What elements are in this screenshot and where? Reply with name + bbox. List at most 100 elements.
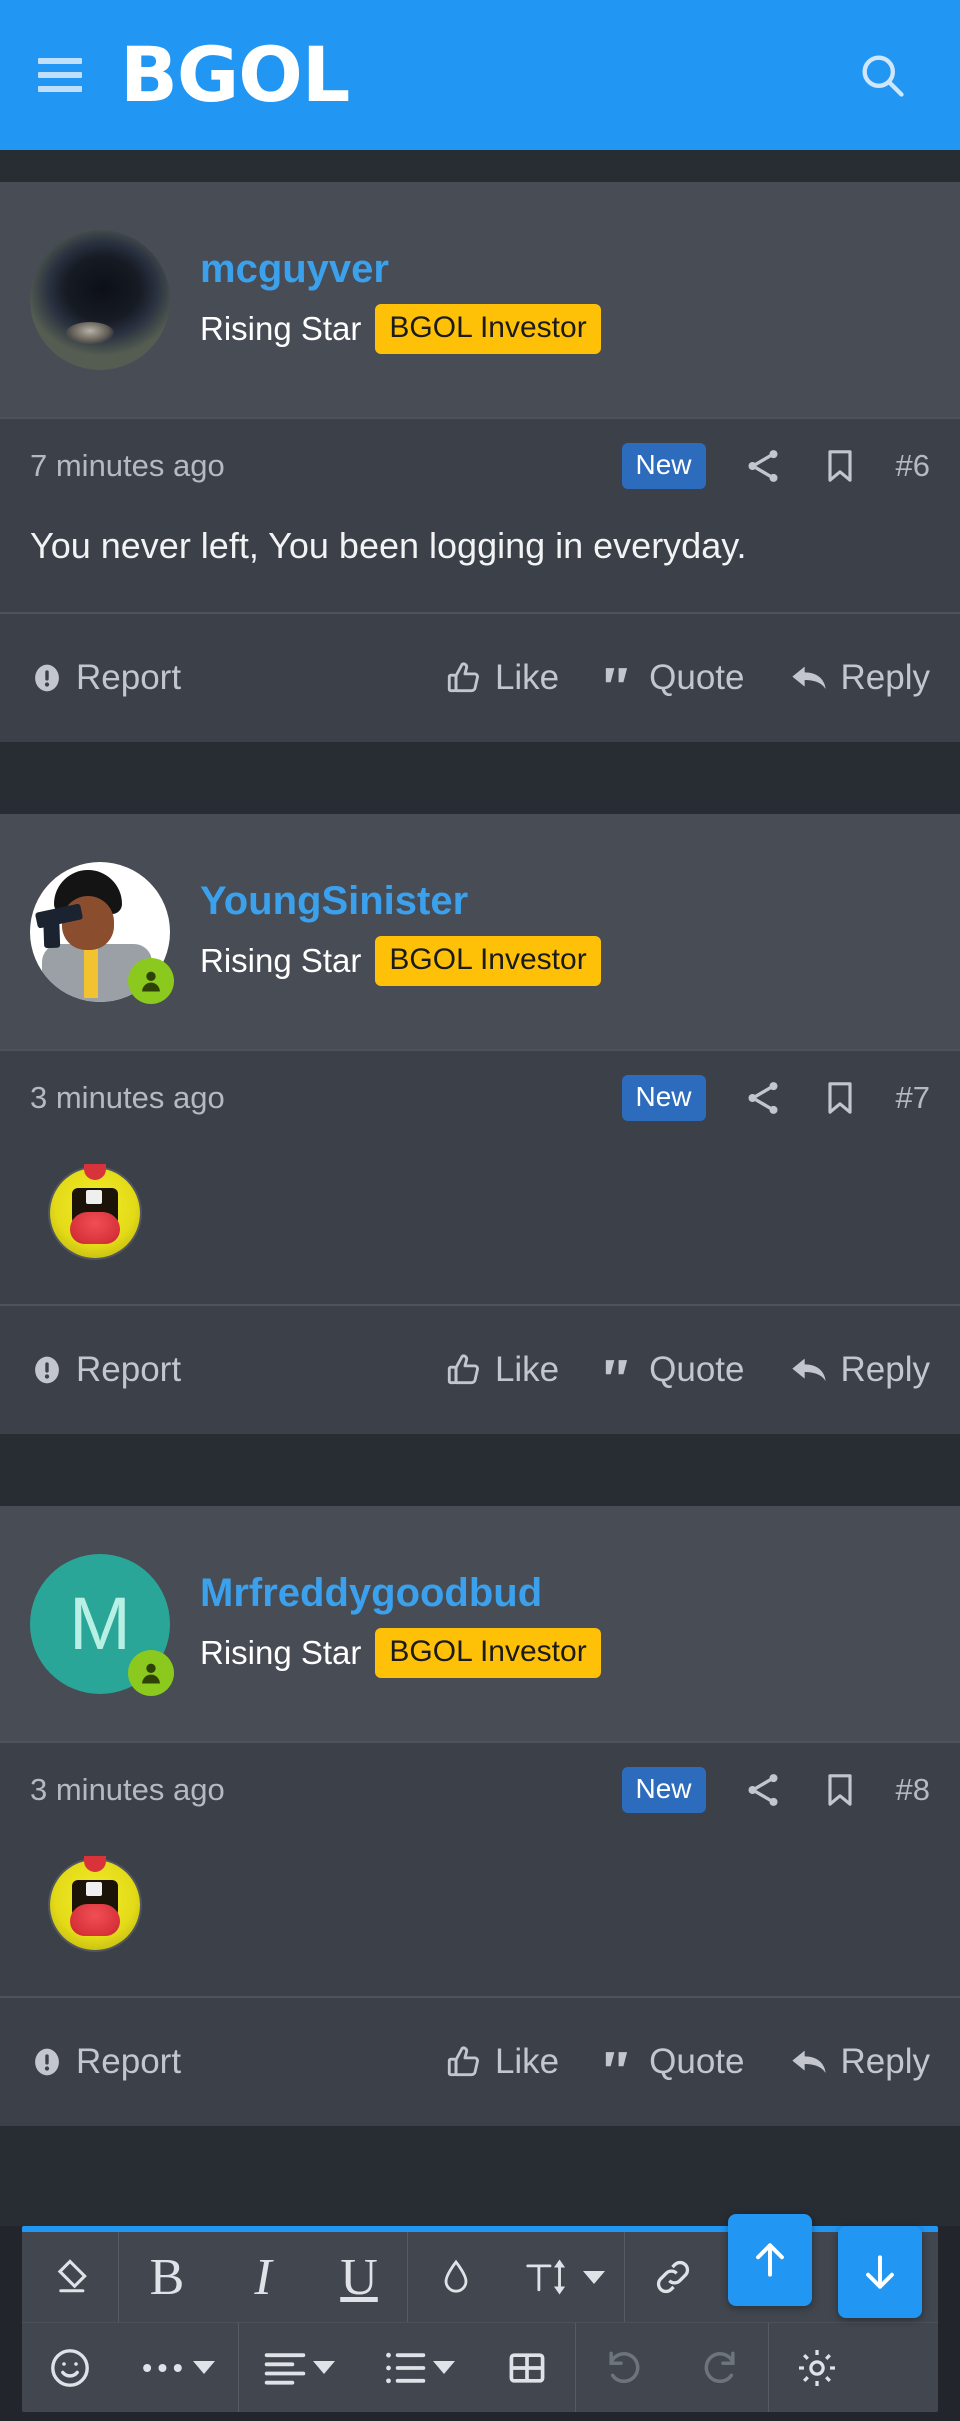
undo-icon[interactable] bbox=[576, 2323, 672, 2413]
report-label: Report bbox=[76, 2042, 182, 2081]
reply-button[interactable]: Reply bbox=[789, 1350, 930, 1390]
like-button[interactable]: Like bbox=[445, 2042, 559, 2082]
editor-toolbar-row-2 bbox=[22, 2322, 938, 2412]
reply-button[interactable]: Reply bbox=[789, 658, 930, 698]
text-color-icon[interactable] bbox=[408, 2232, 504, 2322]
reply-label: Reply bbox=[840, 1350, 930, 1389]
redo-icon[interactable] bbox=[672, 2323, 768, 2413]
emoji-part bbox=[84, 1164, 106, 1180]
bold-icon[interactable]: B bbox=[119, 2232, 215, 2322]
like-label: Like bbox=[494, 2042, 560, 2081]
post-number[interactable]: #8 bbox=[896, 1772, 930, 1808]
share-icon[interactable] bbox=[742, 1077, 784, 1119]
reply-editor: B I U bbox=[0, 2214, 960, 2412]
scroll-down-button[interactable] bbox=[838, 2226, 922, 2318]
share-icon[interactable] bbox=[742, 445, 784, 487]
bookmark-icon[interactable] bbox=[820, 1076, 860, 1120]
toolbar-group-history bbox=[576, 2323, 769, 2412]
quote-label: Quote bbox=[649, 2042, 745, 2081]
post-timestamp: 3 minutes ago bbox=[30, 1079, 225, 1115]
reply-button[interactable]: Reply bbox=[789, 2042, 930, 2082]
quote-label: Quote bbox=[649, 1350, 745, 1389]
share-icon[interactable] bbox=[742, 1769, 784, 1811]
user-rank: Rising Star bbox=[200, 1633, 362, 1671]
toolbar-group-emoji bbox=[22, 2323, 239, 2412]
reply-label: Reply bbox=[840, 658, 930, 697]
hamburger-bar bbox=[38, 86, 82, 92]
remove-formatting-icon[interactable] bbox=[22, 2232, 118, 2322]
underline-icon[interactable]: U bbox=[311, 2232, 407, 2322]
app-header: BGOL bbox=[0, 0, 960, 150]
bold-glyph: B bbox=[149, 2248, 185, 2306]
italic-glyph: I bbox=[254, 2248, 272, 2306]
post-action-group: Like Quote Reply bbox=[445, 2042, 930, 2082]
report-label: Report bbox=[76, 1350, 182, 1389]
post-header: mcguyver Rising Star BGOL Investor bbox=[0, 182, 960, 417]
underline-glyph: U bbox=[340, 2248, 378, 2306]
new-badge: New bbox=[621, 1074, 706, 1121]
post-action-bar: Report Like Quote Reply bbox=[0, 1996, 960, 2126]
text-align-icon[interactable] bbox=[239, 2323, 359, 2413]
post: YoungSinister Rising Star BGOL Investor … bbox=[0, 814, 960, 1434]
bookmark-icon[interactable] bbox=[820, 444, 860, 488]
content-gap bbox=[0, 150, 960, 182]
post-timestamp: 7 minutes ago bbox=[30, 447, 225, 483]
like-button[interactable]: Like bbox=[445, 658, 559, 698]
settings-gear-icon[interactable] bbox=[769, 2323, 865, 2413]
quote-button[interactable]: Quote bbox=[603, 1350, 745, 1390]
author-meta: Rising Star BGOL Investor bbox=[200, 1627, 601, 1678]
emoji-part bbox=[70, 1904, 120, 1936]
post-header: YoungSinister Rising Star BGOL Investor bbox=[0, 814, 960, 1049]
investor-badge: BGOL Investor bbox=[375, 935, 601, 986]
investor-badge: BGOL Investor bbox=[375, 303, 601, 354]
avatar[interactable] bbox=[30, 229, 170, 370]
post-number[interactable]: #6 bbox=[896, 448, 930, 484]
emoji-part bbox=[86, 1190, 102, 1204]
post-author-info: mcguyver Rising Star BGOL Investor bbox=[200, 246, 601, 354]
username-link[interactable]: YoungSinister bbox=[200, 878, 468, 924]
font-size-icon[interactable] bbox=[504, 2232, 624, 2322]
toolbar-group-settings bbox=[769, 2323, 865, 2412]
chevron-down-icon bbox=[433, 2361, 455, 2374]
quote-button[interactable]: Quote bbox=[603, 658, 745, 698]
search-icon[interactable] bbox=[852, 45, 912, 105]
post: mcguyver Rising Star BGOL Investor 7 min… bbox=[0, 182, 960, 742]
username-link[interactable]: Mrfreddygoodbud bbox=[200, 1570, 542, 1616]
author-meta: Rising Star BGOL Investor bbox=[200, 935, 601, 986]
online-status-icon bbox=[128, 1649, 174, 1696]
toolbar-group-clear bbox=[22, 2232, 119, 2322]
quote-button[interactable]: Quote bbox=[603, 2042, 745, 2082]
italic-icon[interactable]: I bbox=[215, 2232, 311, 2322]
hamburger-menu-icon[interactable] bbox=[38, 58, 82, 92]
list-icon[interactable] bbox=[359, 2323, 479, 2413]
table-icon[interactable] bbox=[479, 2323, 575, 2413]
more-options-icon[interactable] bbox=[118, 2323, 238, 2413]
post-body bbox=[0, 1144, 960, 1304]
report-button[interactable]: Report bbox=[30, 1350, 181, 1390]
author-meta: Rising Star BGOL Investor bbox=[200, 303, 601, 354]
scroll-up-button[interactable] bbox=[728, 2214, 812, 2306]
post-timestamp: 3 minutes ago bbox=[30, 1771, 225, 1807]
bookmark-icon[interactable] bbox=[820, 1768, 860, 1812]
site-logo[interactable]: BGOL bbox=[120, 37, 350, 113]
post-action-group: Like Quote Reply bbox=[445, 1350, 930, 1390]
username-link[interactable]: mcguyver bbox=[200, 246, 389, 292]
like-button[interactable]: Like bbox=[445, 1350, 559, 1390]
new-badge: New bbox=[621, 1766, 706, 1813]
toolbar-group-paragraph bbox=[239, 2323, 576, 2412]
post: M Mrfreddygoodbud Rising Star BGOL Inves… bbox=[0, 1506, 960, 2126]
post-meta-bar: 3 minutes ago New #8 bbox=[0, 1741, 960, 1836]
post-number[interactable]: #7 bbox=[896, 1080, 930, 1116]
emoji-part bbox=[70, 1212, 120, 1244]
report-button[interactable]: Report bbox=[30, 2042, 181, 2082]
post-header: M Mrfreddygoodbud Rising Star BGOL Inves… bbox=[0, 1506, 960, 1741]
emoji-icon[interactable] bbox=[22, 2323, 118, 2413]
laughing-crying-emoji bbox=[50, 1164, 140, 1258]
avatar-art bbox=[62, 895, 114, 950]
link-icon[interactable] bbox=[625, 2232, 721, 2322]
post-author-info: Mrfreddygoodbud Rising Star BGOL Investo… bbox=[200, 1570, 601, 1678]
report-button[interactable]: Report bbox=[30, 658, 181, 698]
avatar-art bbox=[84, 945, 98, 998]
report-label: Report bbox=[76, 658, 182, 697]
post-text: You never left, You been logging in ever… bbox=[30, 525, 747, 566]
